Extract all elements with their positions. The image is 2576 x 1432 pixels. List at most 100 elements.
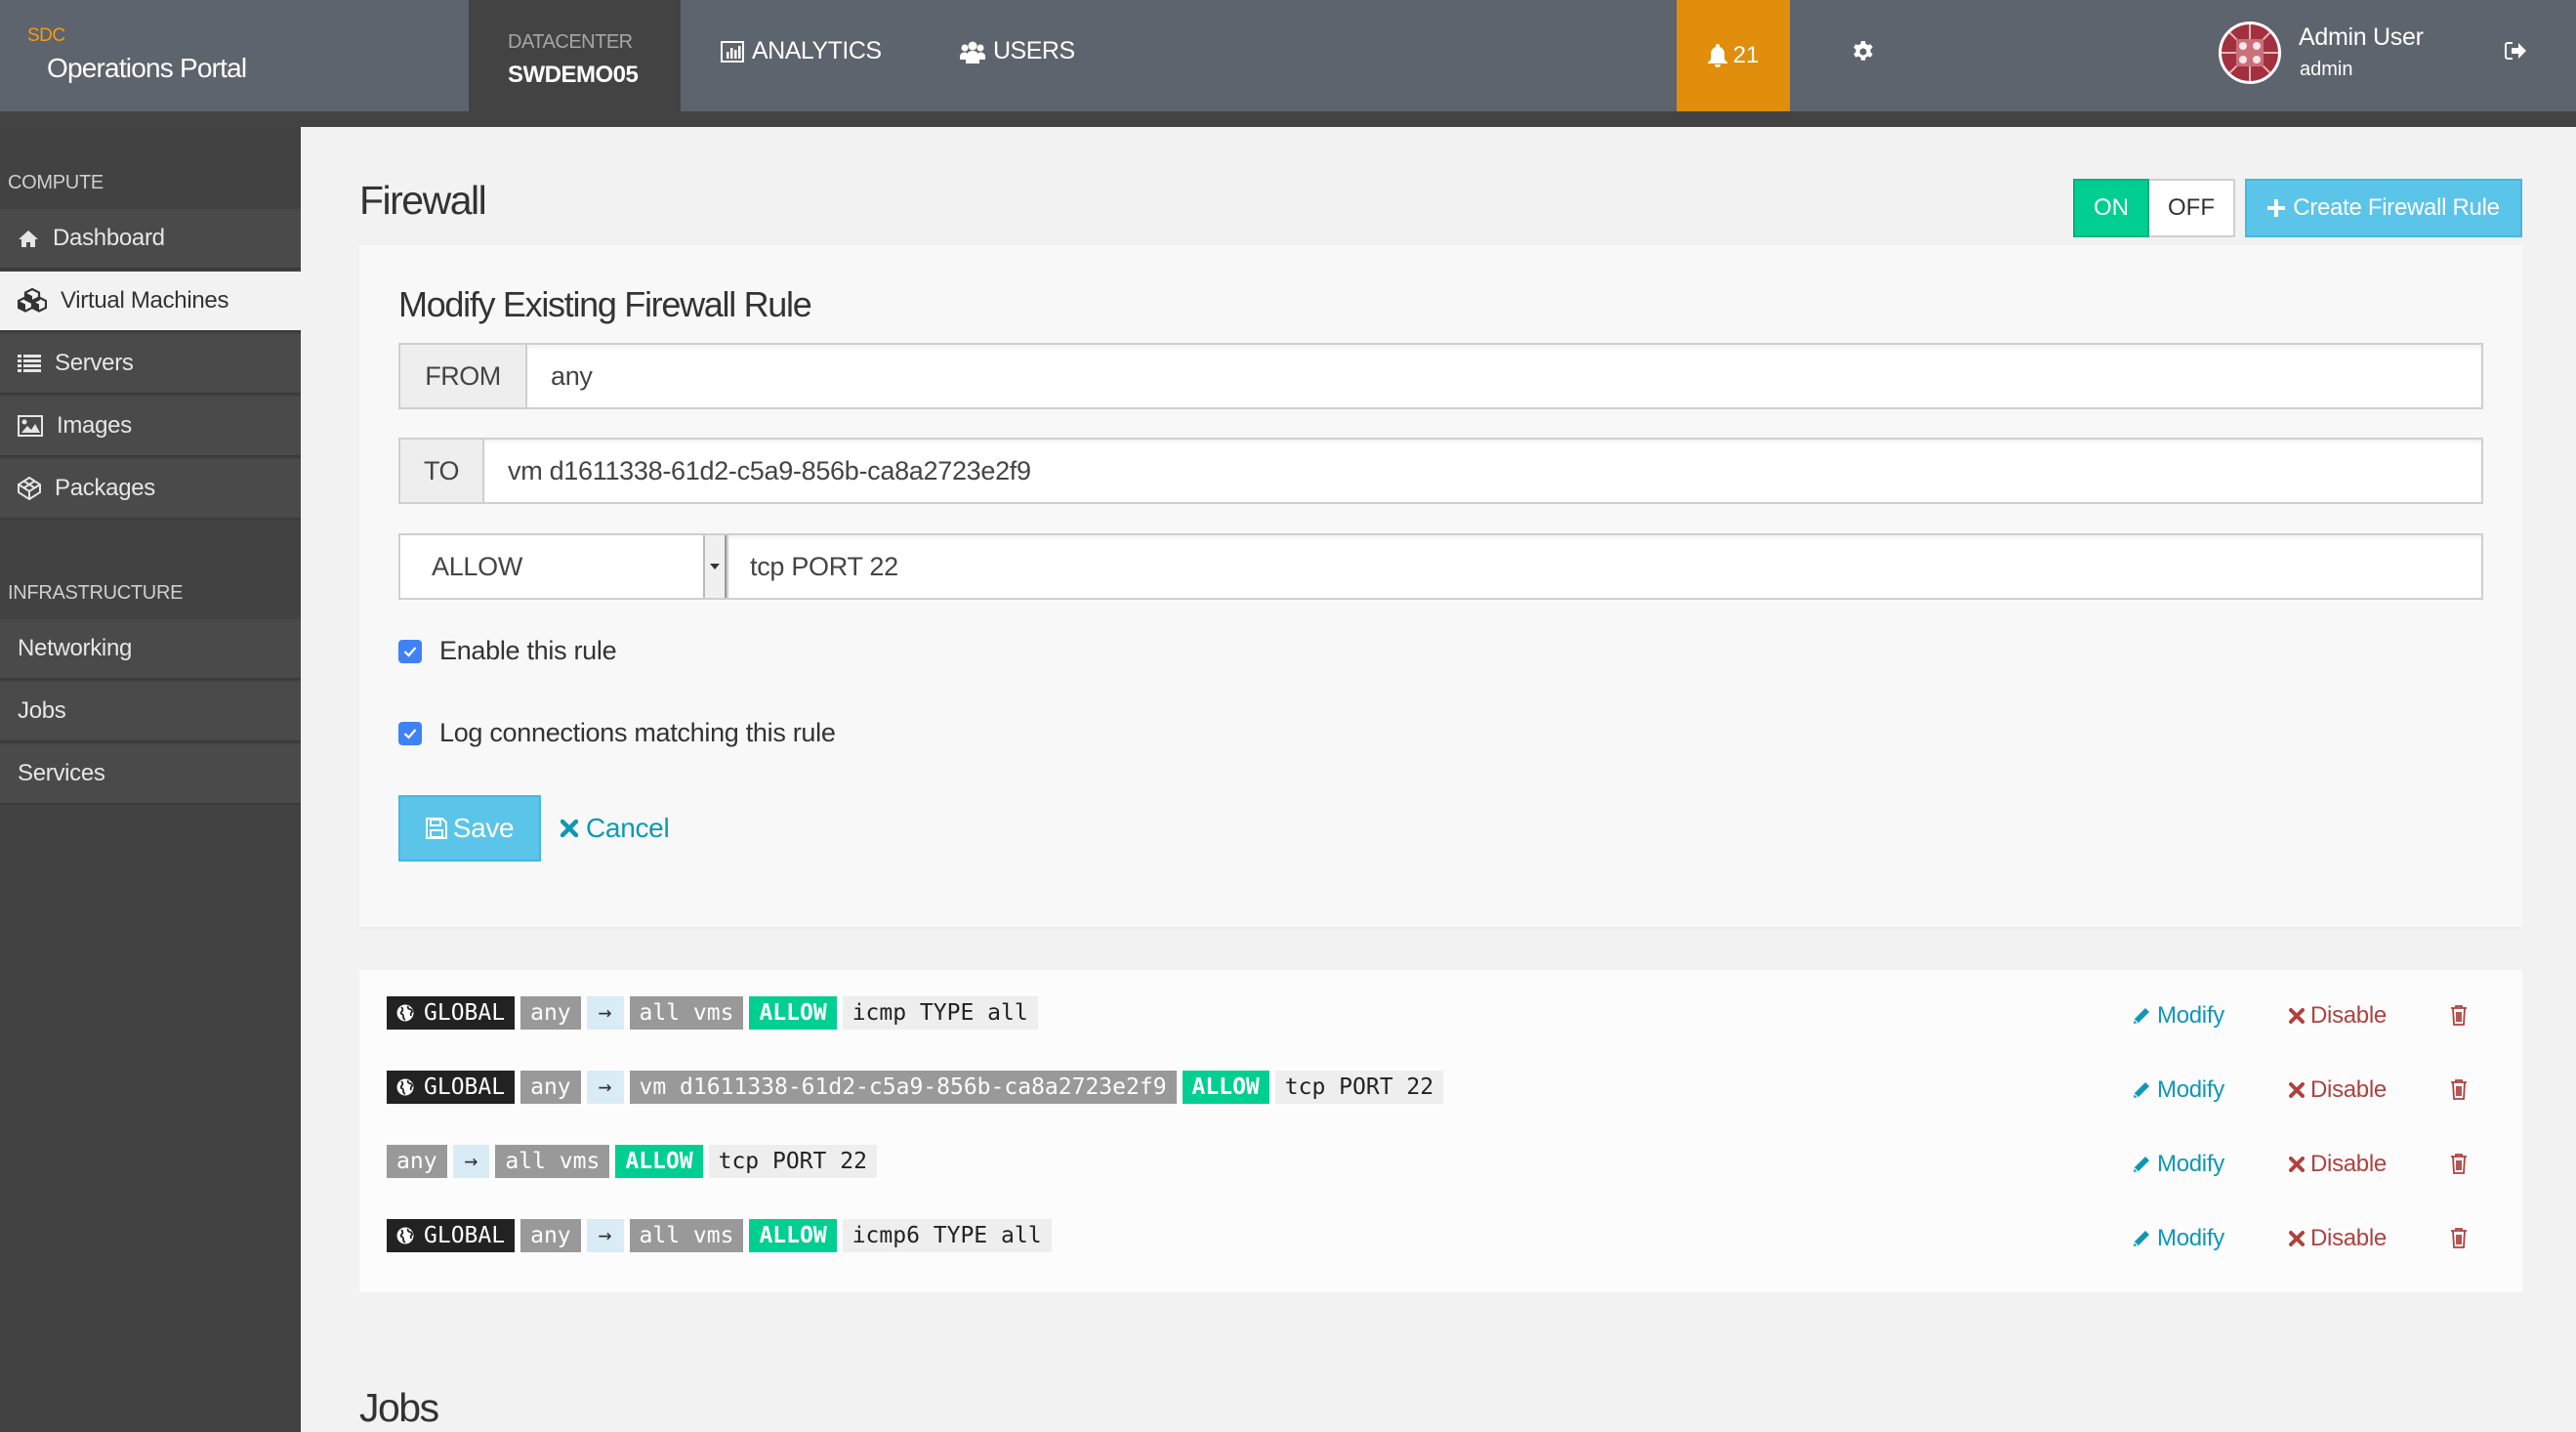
rule-protocol: tcp PORT 22 [1274, 1071, 1444, 1104]
global-badge: GLOBAL [387, 996, 516, 1030]
sidebar-item-label: Services [18, 760, 105, 786]
nav-analytics[interactable]: ANALYTICS [721, 37, 882, 65]
bar-chart-icon [721, 40, 744, 63]
firewall-rule: GLOBAL any → vm d1611338-61d2-c5a9-856b-… [387, 1071, 1444, 1104]
create-firewall-rule-button[interactable]: Create Firewall Rule [2245, 179, 2522, 237]
save-label: Save [452, 813, 515, 843]
logout-button[interactable] [2505, 41, 2526, 65]
notifications-button[interactable]: 21 [1677, 0, 1790, 111]
delete-rule-button[interactable] [2450, 1078, 2468, 1100]
enable-rule-checkbox[interactable]: Enable this rule [398, 636, 617, 666]
disable-label: Disable [2310, 1151, 2387, 1177]
disable-rule-button[interactable]: Disable [2289, 1225, 2387, 1252]
globe-icon [396, 1227, 414, 1244]
global-label: GLOBAL [424, 1223, 506, 1248]
global-badge: GLOBAL [387, 1071, 516, 1104]
modify-rule-button[interactable]: Modify [2132, 1076, 2224, 1104]
users-icon [960, 41, 985, 63]
modify-rule-button[interactable]: Modify [2132, 1151, 2224, 1178]
pencil-icon [2134, 1231, 2149, 1246]
close-icon [561, 820, 578, 837]
sidebar-item-label: Dashboard [53, 225, 165, 251]
sign-out-icon [2505, 42, 2526, 60]
save-button[interactable]: Save [398, 795, 541, 862]
trash-icon [2451, 1079, 2467, 1100]
checkbox-checked-icon[interactable] [398, 639, 422, 663]
sidebar-item-images[interactable]: Images [0, 397, 301, 457]
close-icon [2289, 1082, 2305, 1098]
globe-icon [396, 1004, 414, 1022]
sidebar-item-label: Images [57, 412, 132, 439]
brand-small: SDC [27, 25, 65, 46]
datacenter-value: SWDEMO05 [508, 62, 639, 88]
sidebar-item-jobs[interactable]: Jobs [0, 682, 301, 742]
trash-icon [2451, 1154, 2467, 1174]
rule-protocol: icmp6 TYPE all [842, 1219, 1052, 1252]
firewall-on-button[interactable]: ON [2073, 179, 2149, 237]
disable-label: Disable [2310, 1076, 2387, 1103]
sidebar-section-compute: COMPUTE [8, 172, 104, 193]
log-connections-checkbox[interactable]: Log connections matching this rule [398, 718, 836, 748]
delete-rule-button[interactable] [2450, 1153, 2468, 1174]
sidebar-item-virtual-machines[interactable]: Virtual Machines [0, 272, 301, 332]
trash-icon [2451, 1228, 2467, 1248]
log-connections-label: Log connections matching this rule [439, 718, 836, 747]
action-select[interactable]: ALLOW [400, 535, 728, 598]
protocol-input[interactable] [728, 535, 2481, 598]
settings-button[interactable] [1852, 41, 1874, 67]
sidebar-item-label: Jobs [18, 697, 66, 724]
delete-rule-button[interactable] [2450, 1004, 2468, 1026]
rule-action-badge: ALLOW [1182, 1071, 1269, 1104]
cubes-icon [18, 288, 47, 313]
delete-rule-button[interactable] [2450, 1227, 2468, 1248]
global-label: GLOBAL [424, 1000, 506, 1026]
disable-rule-button[interactable]: Disable [2289, 1076, 2387, 1104]
nav-users[interactable]: USERS [960, 37, 1075, 65]
sidebar-item-networking[interactable]: Networking [0, 619, 301, 680]
modify-rule-button[interactable]: Modify [2132, 1002, 2224, 1030]
create-firewall-rule-label: Create Firewall Rule [2293, 194, 2500, 221]
from-label: FROM [400, 345, 527, 407]
action-select-value: ALLOW [432, 551, 523, 581]
disable-rule-button[interactable]: Disable [2289, 1002, 2387, 1030]
sidebar-item-label: Virtual Machines [61, 287, 229, 314]
rule-from: any [520, 1219, 581, 1252]
user-avatar[interactable] [2219, 21, 2281, 84]
pencil-icon [2134, 1157, 2149, 1172]
sidebar-item-packages[interactable]: Packages [0, 459, 301, 520]
notifications-count: 21 [1732, 42, 1760, 68]
sidebar-item-label: Servers [55, 350, 134, 376]
close-icon [2289, 1231, 2305, 1246]
from-input[interactable] [527, 345, 2481, 407]
cancel-button[interactable]: Cancel [561, 795, 670, 862]
user-name[interactable]: Admin User [2299, 23, 2424, 52]
to-input[interactable] [484, 440, 2481, 502]
arrow-right-icon: → [586, 1219, 624, 1252]
sidebar-item-servers[interactable]: Servers [0, 334, 301, 395]
modify-label: Modify [2157, 1076, 2224, 1103]
rule-action-badge: ALLOW [749, 996, 837, 1030]
brand-logo[interactable]: SDC Operations Portal [27, 25, 247, 84]
firewall-rule: any → all vms ALLOW tcp PORT 22 [387, 1145, 877, 1178]
sidebar-item-dashboard[interactable]: Dashboard [0, 209, 301, 270]
sidebar-item-label: Packages [55, 475, 155, 501]
rule-from: any [520, 996, 581, 1030]
disable-rule-button[interactable]: Disable [2289, 1151, 2387, 1178]
datacenter-selector[interactable]: DATACENTER SWDEMO05 [469, 0, 681, 111]
rule-action-badge: ALLOW [615, 1145, 703, 1178]
modify-label: Modify [2157, 1002, 2224, 1029]
bell-icon [1707, 44, 1727, 67]
disable-label: Disable [2310, 1002, 2387, 1029]
sidebar-item-services[interactable]: Services [0, 744, 301, 805]
firewall-off-button[interactable]: OFF [2149, 179, 2235, 237]
image-icon [18, 415, 43, 437]
checkbox-checked-icon[interactable] [398, 721, 422, 745]
close-icon [2289, 1157, 2305, 1172]
rule-action-badge: ALLOW [749, 1219, 837, 1252]
form-title: Modify Existing Firewall Rule [398, 284, 812, 324]
caret-down-icon[interactable] [703, 535, 727, 598]
nav-users-label: USERS [993, 37, 1075, 64]
firewall-toggle: ON OFF [2073, 179, 2235, 237]
plus-icon [2267, 199, 2286, 217]
modify-rule-button[interactable]: Modify [2132, 1225, 2224, 1252]
